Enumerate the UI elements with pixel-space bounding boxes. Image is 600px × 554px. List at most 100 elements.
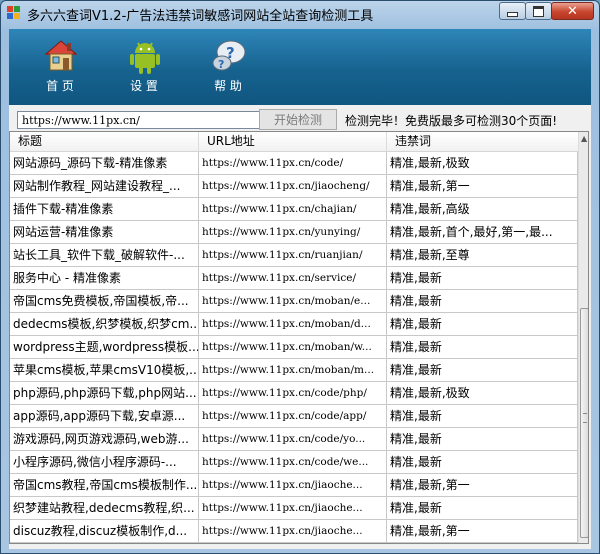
scroll-thumb[interactable]	[580, 308, 588, 538]
help-button[interactable]: ? ? 帮 助	[193, 33, 263, 101]
cell-url: https://www.11px.cn/code/yo...	[199, 428, 387, 450]
cell-words: 精准,最新	[387, 336, 578, 358]
cell-title: dedecms模板,织梦模板,织梦cm...	[10, 313, 199, 335]
vertical-scrollbar[interactable]: ▲	[578, 132, 588, 543]
settings-label: 设 置	[130, 79, 158, 93]
table-row[interactable]: 小程序源码,微信小程序源码-... https://www.11px.cn/cod…	[10, 451, 578, 474]
cell-url: https://www.11px.cn/chajian/	[199, 198, 387, 220]
table-row[interactable]: 帝国cms免费模板,帝国模板,帝... https://www.11px.cn/m…	[10, 290, 578, 313]
home-button[interactable]: 首 页	[25, 33, 95, 101]
table-header: 标题 URL地址 违禁词	[10, 132, 578, 152]
home-label: 首 页	[46, 79, 74, 93]
cell-title: 网站运营-精准像素	[10, 221, 199, 243]
cell-title: 帝国cms免费模板,帝国模板,帝...	[10, 290, 199, 312]
table-row[interactable]: 帝国cms教程,帝国cms模板制作... https://www.11px.cn/…	[10, 474, 578, 497]
scroll-up-icon[interactable]: ▲	[581, 134, 587, 143]
cell-url: https://www.11px.cn/code/php/	[199, 382, 387, 404]
cell-url: https://www.11px.cn/jiaocheng/	[199, 175, 387, 197]
cell-url: https://www.11px.cn/yunying/	[199, 221, 387, 243]
cell-title: 插件下载-精准像素	[10, 198, 199, 220]
start-check-button[interactable]: 开始检测	[259, 109, 337, 130]
table-row[interactable]: 网站制作教程_网站建设教程_... https://www.11px.cn/jia…	[10, 175, 578, 198]
cell-title: 苹果cms模板,苹果cmsV10模板,...	[10, 359, 199, 381]
table-body: 网站源码_源码下载-精准像素 https://www.11px.cn/code/精…	[10, 152, 578, 543]
table-row[interactable]: 网站运营-精准像素 https://www.11px.cn/yunying/精准,…	[10, 221, 578, 244]
window-title: 多六六查词V1.2-广告法违禁词敏感词网站全站查询检测工具	[27, 9, 374, 24]
table-row[interactable]: 站长工具_软件下载_破解软件-... https://www.11px.cn/ru…	[10, 244, 578, 267]
cell-url: https://www.11px.cn/code/we...	[199, 451, 387, 473]
main-panel: 开始检测 检测完毕！免费版最多可检测30个页面! 标题 URL地址 违禁词 网站…	[9, 105, 591, 549]
table-row[interactable]: 插件下载-精准像素 https://www.11px.cn/chajian/精准,…	[10, 198, 578, 221]
cell-words: 精准,最新	[387, 497, 578, 519]
cell-words: 精准,最新	[387, 405, 578, 427]
cell-title: 服务中心 - 精准像素	[10, 267, 199, 289]
cell-url: https://www.11px.cn/moban/d...	[199, 313, 387, 335]
cell-url: https://www.11px.cn/service/	[199, 267, 387, 289]
android-icon	[130, 42, 160, 74]
settings-button[interactable]: 设 置	[109, 33, 179, 101]
cell-words: 精准,最新	[387, 359, 578, 381]
cell-title: discuz教程,discuz模板制作,d...	[10, 520, 199, 542]
cell-url: https://www.11px.cn/moban/w...	[199, 336, 387, 358]
title-bar: 多六六查词V1.2-广告法违禁词敏感词网站全站查询检测工具 ✕	[1, 1, 599, 27]
cell-words: 精准,最新,极致	[387, 382, 578, 404]
cell-url: https://www.11px.cn/moban/e...	[199, 290, 387, 312]
cell-url: https://www.11px.cn/code/	[199, 152, 387, 174]
help-icon: ? ?	[212, 40, 246, 71]
cell-words: 精准,最新,极致	[387, 152, 578, 174]
table-row[interactable]: dedecms模板,织梦模板,织梦cm... https://www.11px.c…	[10, 313, 578, 336]
help-label: 帮 助	[214, 79, 242, 93]
cell-words: 精准,最新,第一	[387, 520, 578, 542]
cell-words: 精准,最新,至尊	[387, 244, 578, 266]
close-button[interactable]: ✕	[551, 2, 594, 20]
table-row[interactable]: 织梦建站教程,dedecms教程,织... https://www.11px.cn…	[10, 497, 578, 520]
results-table: 标题 URL地址 违禁词 网站源码_源码下载-精准像素 https://www.1…	[9, 131, 589, 544]
minimize-button[interactable]	[499, 2, 526, 20]
cell-words: 精准,最新,第一	[387, 474, 578, 496]
url-input[interactable]	[17, 111, 261, 129]
status-message: 检测完毕！免费版最多可检测30个页面!	[345, 114, 558, 128]
column-header-title[interactable]: 标题	[10, 132, 199, 151]
cell-title: 织梦建站教程,dedecms教程,织...	[10, 497, 199, 519]
cell-title: 帝国cms教程,帝国cms模板制作...	[10, 474, 199, 496]
table-row[interactable]: 网站源码_源码下载-精准像素 https://www.11px.cn/code/精…	[10, 152, 578, 175]
cell-words: 精准,最新	[387, 290, 578, 312]
minimize-icon	[507, 11, 518, 17]
close-icon: ✕	[567, 3, 578, 19]
table-row[interactable]: 服务中心 - 精准像素 https://www.11px.cn/service/精…	[10, 267, 578, 290]
cell-url: https://www.11px.cn/moban/m...	[199, 359, 387, 381]
cell-title: 网站源码_源码下载-精准像素	[10, 152, 199, 174]
cell-words: 精准,最新	[387, 267, 578, 289]
table-row[interactable]: php源码,php源码下载,php网站... https://www.11px.c…	[10, 382, 578, 405]
table-row[interactable]: discuz教程,discuz模板制作,d... https://www.11px…	[10, 520, 578, 543]
cell-title: app源码,app源码下载,安卓源...	[10, 405, 199, 427]
table-row[interactable]: 苹果cms模板,苹果cmsV10模板,... https://www.11px.c…	[10, 359, 578, 382]
column-header-words[interactable]: 违禁词	[387, 132, 578, 151]
app-window: 多六六查词V1.2-广告法违禁词敏感词网站全站查询检测工具 ✕ 首 页 设 置 …	[0, 0, 600, 554]
app-icon	[7, 6, 21, 20]
cell-url: https://www.11px.cn/jiaoche...	[199, 497, 387, 519]
cell-words: 精准,最新	[387, 428, 578, 450]
maximize-button[interactable]	[525, 2, 552, 20]
cell-words: 精准,最新	[387, 451, 578, 473]
cell-url: https://www.11px.cn/code/app/	[199, 405, 387, 427]
cell-words: 精准,最新,高级	[387, 198, 578, 220]
cell-words: 精准,最新	[387, 313, 578, 335]
table-row[interactable]: app源码,app源码下载,安卓源... https://www.11px.cn/…	[10, 405, 578, 428]
cell-url: https://www.11px.cn/ruanjian/	[199, 244, 387, 266]
cell-title: php源码,php源码下载,php网站...	[10, 382, 199, 404]
column-header-url[interactable]: URL地址	[199, 132, 387, 151]
cell-url: https://www.11px.cn/jiaoche...	[199, 520, 387, 542]
cell-title: 网站制作教程_网站建设教程_...	[10, 175, 199, 197]
toolbar: 首 页 设 置 ? ? 帮 助	[9, 29, 591, 105]
svg-text:?: ?	[218, 58, 224, 71]
cell-url: https://www.11px.cn/jiaoche...	[199, 474, 387, 496]
cell-title: 游戏源码,网页游戏源码,web游...	[10, 428, 199, 450]
cell-title: 小程序源码,微信小程序源码-...	[10, 451, 199, 473]
cell-words: 精准,最新,首个,最好,第一,最...	[387, 221, 578, 243]
table-row[interactable]: 游戏源码,网页游戏源码,web游... https://www.11px.cn/c…	[10, 428, 578, 451]
house-icon	[44, 40, 78, 71]
cell-title: 站长工具_软件下载_破解软件-...	[10, 244, 199, 266]
cell-words: 精准,最新,第一	[387, 175, 578, 197]
table-row[interactable]: wordpress主题,wordpress模板... https://www.11…	[10, 336, 578, 359]
